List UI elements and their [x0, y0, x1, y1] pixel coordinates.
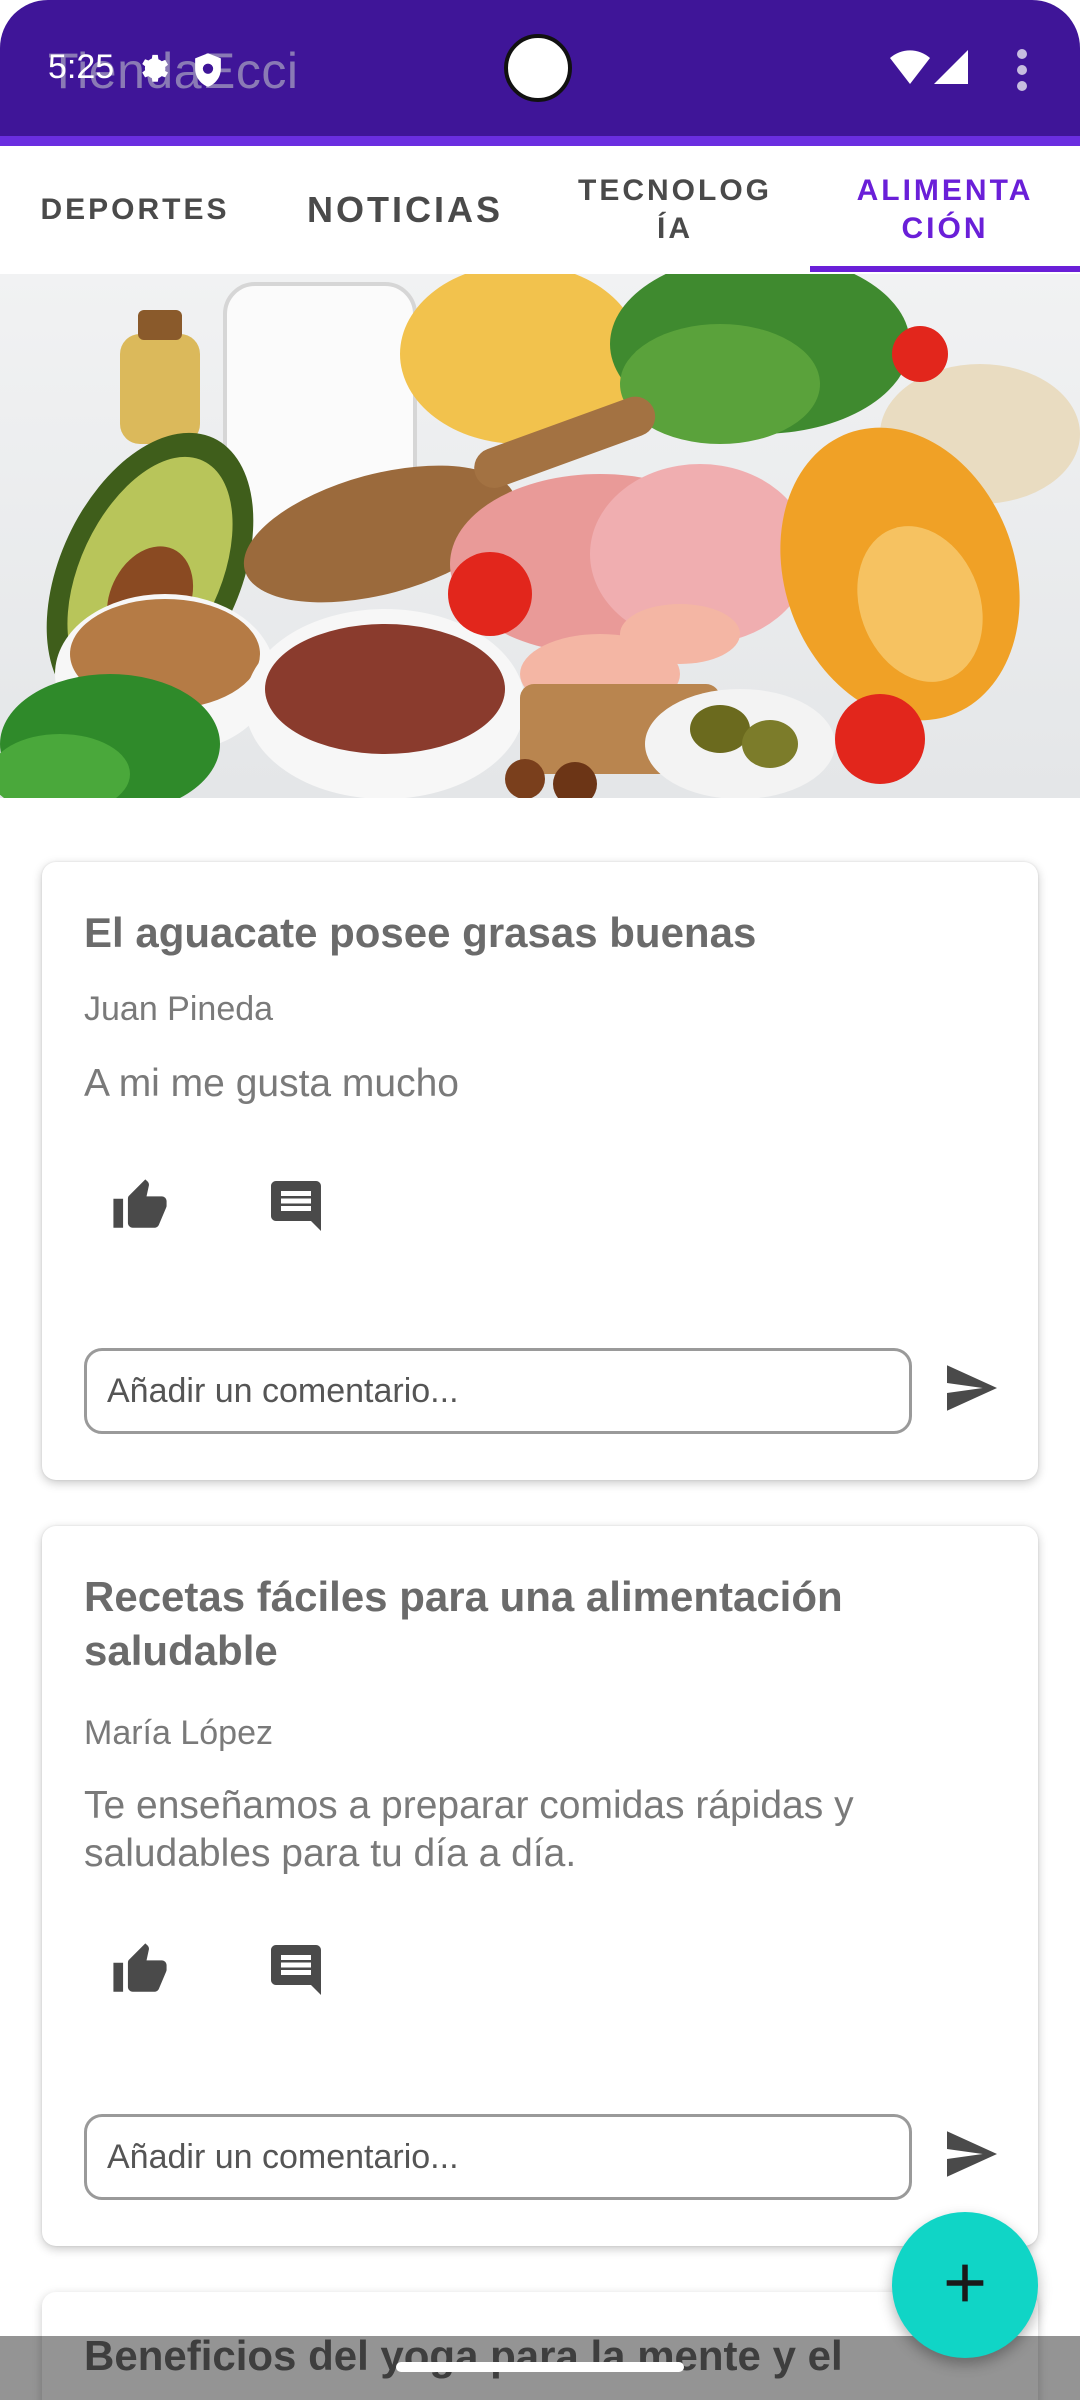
wifi-icon	[890, 50, 930, 88]
tab-noticias[interactable]: NOTICIAS	[270, 146, 540, 274]
signal-icon	[934, 50, 968, 88]
status-time: 5:25	[48, 48, 115, 86]
post-card: El aguacate posee grasas buenas Juan Pin…	[42, 862, 1038, 1480]
home-gesture-handle[interactable]	[396, 2362, 684, 2372]
comment-input[interactable]	[84, 1348, 912, 1434]
app-bar-accent	[0, 136, 1080, 146]
comment-button[interactable]	[256, 1168, 336, 1248]
like-button[interactable]	[100, 1932, 180, 2012]
settings-gear-icon	[136, 52, 170, 90]
post-body: Te enseñamos a preparar comidas rápidas …	[84, 1784, 854, 1875]
tab-deportes[interactable]: DEPORTES	[0, 146, 270, 274]
tab-tecnologia[interactable]: TECNOLOGÍA	[540, 146, 810, 274]
more-vert-icon[interactable]	[1014, 48, 1030, 96]
send-icon	[943, 1363, 1001, 1417]
comment-button[interactable]	[256, 1932, 336, 2012]
send-comment-button[interactable]	[932, 2116, 1012, 2196]
post-card: Recetas fáciles para una alimentación sa…	[42, 1526, 1038, 2246]
plus-icon	[943, 2261, 987, 2309]
food-banner-image	[0, 274, 1080, 798]
thumb-up-icon	[109, 1177, 171, 1239]
comment-icon	[266, 1176, 326, 1240]
app-bar: TiendaEcci 5:25	[0, 0, 1080, 138]
post-author: María López	[84, 1714, 273, 1752]
send-icon	[943, 2129, 1001, 2183]
front-camera	[504, 34, 572, 102]
post-title: El aguacate posee grasas buenas	[84, 909, 757, 956]
tab-label: NOTICIAS	[306, 189, 503, 230]
send-comment-button[interactable]	[932, 1350, 1012, 1430]
thumb-up-icon	[109, 1941, 171, 2003]
shield-icon	[192, 52, 224, 92]
add-post-button[interactable]	[892, 2212, 1038, 2358]
tab-label: TECNOLOGÍA	[578, 174, 772, 245]
category-tabs: DEPORTES NOTICIAS TECNOLOGÍA ALIMENTACIÓ…	[0, 146, 1080, 275]
comment-icon	[266, 1940, 326, 2004]
tab-alimentacion[interactable]: ALIMENTACIÓN	[810, 146, 1080, 274]
app-screen: TiendaEcci 5:25 DEPORTES NOTICIAS TECNOL…	[0, 0, 1080, 2400]
tab-indicator	[810, 266, 1080, 272]
like-button[interactable]	[100, 1168, 180, 1248]
tab-label: DEPORTES	[40, 193, 230, 226]
post-author: Juan Pineda	[84, 990, 274, 1028]
post-title: Recetas fáciles para una alimentación sa…	[84, 1573, 843, 1674]
comment-input[interactable]	[84, 2114, 912, 2200]
tab-label: ALIMENTACIÓN	[856, 174, 1034, 245]
post-body: A mi me gusta mucho	[84, 1062, 459, 1105]
